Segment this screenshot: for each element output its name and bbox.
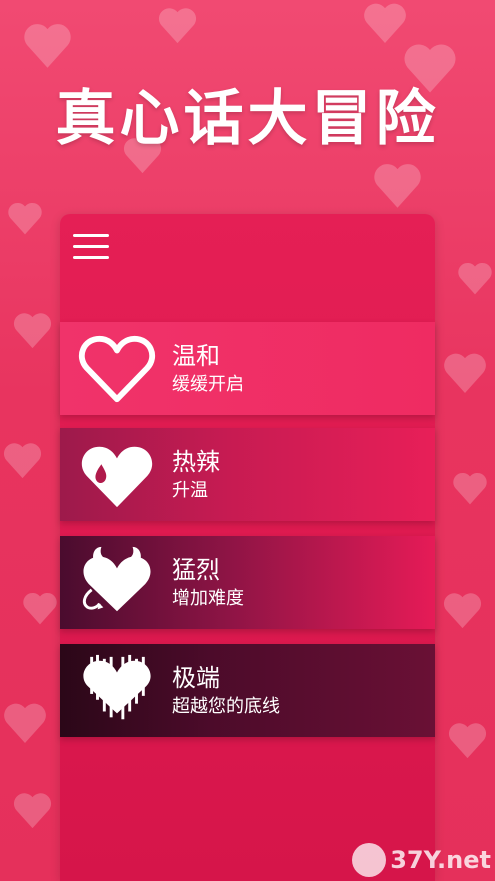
option-title: 温和 — [172, 342, 220, 370]
app-title: 真心话大冒险 — [55, 84, 440, 154]
bg-heart-icon — [364, 3, 406, 43]
bg-heart-icon — [8, 202, 42, 235]
bg-heart-icon — [23, 592, 57, 625]
option-subtitle: 缓缓开启 — [172, 374, 244, 395]
option-subtitle: 升温 — [172, 480, 208, 501]
bg-heart-icon — [444, 353, 486, 393]
outline-heart-icon — [79, 335, 155, 403]
option-mild[interactable]: 温和 缓缓开启 — [60, 322, 435, 415]
bg-heart-icon — [24, 24, 71, 68]
bg-heart-icon — [453, 472, 487, 505]
dripping-heart-icon — [83, 654, 151, 720]
option-intense[interactable]: 猛烈 增加难度 — [60, 536, 435, 629]
option-title: 热辣 — [172, 448, 220, 476]
option-title: 猛烈 — [172, 556, 220, 584]
bg-heart-icon — [4, 703, 46, 743]
watermark: 37Y.net — [352, 843, 491, 877]
drop-heart-icon — [81, 446, 153, 508]
option-subtitle: 超越您的底线 — [172, 696, 280, 717]
watermark-text: 37Y.net — [390, 846, 491, 874]
bg-heart-icon — [13, 793, 52, 829]
option-hot[interactable]: 热辣 升温 — [60, 428, 435, 521]
bg-heart-icon — [443, 593, 482, 629]
bg-heart-icon — [448, 723, 487, 759]
bg-heart-icon — [374, 164, 421, 208]
bg-heart-icon — [13, 313, 52, 349]
bg-heart-icon — [158, 8, 197, 44]
option-extreme[interactable]: 极端 超越您的底线 — [60, 644, 435, 737]
hamburger-menu-icon[interactable] — [73, 234, 109, 262]
option-subtitle: 增加难度 — [172, 588, 244, 609]
bg-heart-icon — [3, 443, 42, 479]
devil-heart-icon — [82, 546, 151, 612]
bg-heart-icon — [458, 262, 492, 295]
option-title: 极端 — [172, 664, 220, 692]
watermark-logo-icon — [352, 843, 387, 877]
